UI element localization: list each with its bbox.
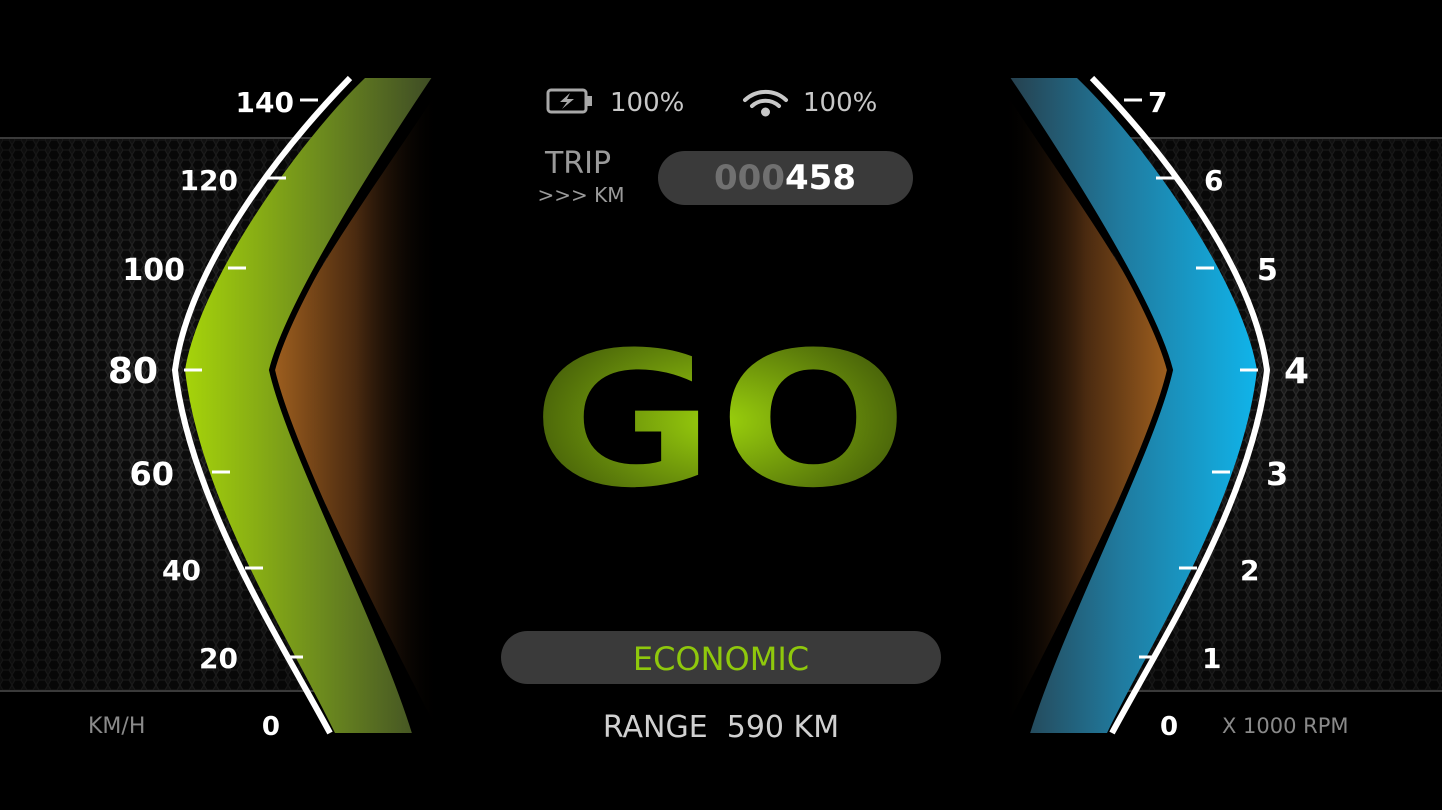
rpm-tick-label: 4 (1284, 351, 1309, 392)
rpm-tick-label: 0 (1160, 712, 1178, 742)
speed-tick-label: 120 (180, 164, 238, 197)
rpm-unit-label: X 1000 RPM (1222, 714, 1349, 738)
dashboard: 140 120 100 80 60 40 20 0 KM/H 7 6 5 4 3… (0, 0, 1442, 810)
speed-tick-label: 100 (122, 253, 185, 288)
speed-tick-label: 40 (162, 554, 201, 587)
rpm-tick-label: 6 (1204, 164, 1223, 197)
rpm-tick-label: 2 (1240, 554, 1259, 587)
speed-tick-label: 80 (108, 351, 158, 392)
range-readout: RANGE 590 KM (603, 710, 839, 745)
odometer-leading-zeros: 000 (714, 158, 785, 198)
drive-mode-label: ECONOMIC (633, 640, 809, 678)
odometer-value: 458 (785, 158, 856, 198)
speed-unit-label: KM/H (88, 714, 145, 739)
wifi-level: 100% (803, 88, 877, 118)
rpm-tick-label: 5 (1257, 253, 1278, 288)
trip-label: TRIP (544, 146, 611, 181)
odometer-readout: 000458 (714, 158, 856, 198)
rpm-tick-label: 7 (1148, 86, 1167, 119)
speed-tick-label: 0 (262, 712, 280, 742)
battery-level: 100% (610, 88, 684, 118)
speed-tick-label: 20 (199, 642, 238, 675)
rpm-tick-label: 3 (1266, 455, 1288, 493)
trip-unit: >>> KM (537, 183, 624, 207)
gear-indicator: GO (530, 310, 910, 531)
rpm-tick-label: 1 (1202, 642, 1221, 675)
speed-tick-label: 60 (129, 455, 174, 493)
speed-tick-label: 140 (236, 86, 294, 119)
